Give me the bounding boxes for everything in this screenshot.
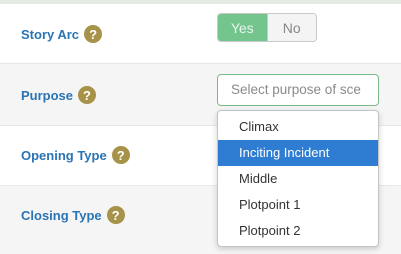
opening-type-help-icon[interactable]: ?	[111, 146, 130, 164]
purpose-dropdown: Climax Inciting Incident Middle Plotpoin…	[217, 110, 379, 247]
opening-type-label: Opening Type	[21, 147, 107, 163]
purpose-select-input[interactable]: Select purpose of sce	[217, 74, 379, 106]
story-arc-no-option[interactable]: No	[266, 14, 316, 41]
opening-type-label-group: Opening Type ?	[21, 146, 130, 164]
closing-type-help-icon[interactable]: ?	[106, 206, 125, 224]
story-arc-toggle: Yes No	[217, 13, 317, 42]
purpose-label-group: Purpose ?	[21, 86, 97, 104]
story-arc-row: Story Arc ?	[0, 3, 401, 63]
purpose-help-icon[interactable]: ?	[78, 86, 97, 104]
story-arc-yes-option[interactable]: Yes	[218, 14, 267, 41]
purpose-option-inciting-incident[interactable]: Inciting Incident	[218, 140, 378, 166]
story-arc-label-group: Story Arc ?	[21, 25, 103, 43]
purpose-option-middle[interactable]: Middle	[218, 166, 378, 192]
closing-type-label: Closing Type	[21, 207, 102, 223]
purpose-option-plotpoint-1[interactable]: Plotpoint 1	[218, 192, 378, 218]
story-arc-label: Story Arc	[21, 26, 80, 42]
story-arc-help-icon[interactable]: ?	[84, 25, 103, 43]
purpose-label: Purpose	[21, 87, 74, 103]
purpose-option-climax[interactable]: Climax	[218, 114, 378, 140]
closing-type-label-group: Closing Type ?	[21, 206, 125, 224]
purpose-option-plotpoint-2[interactable]: Plotpoint 2	[218, 218, 378, 244]
